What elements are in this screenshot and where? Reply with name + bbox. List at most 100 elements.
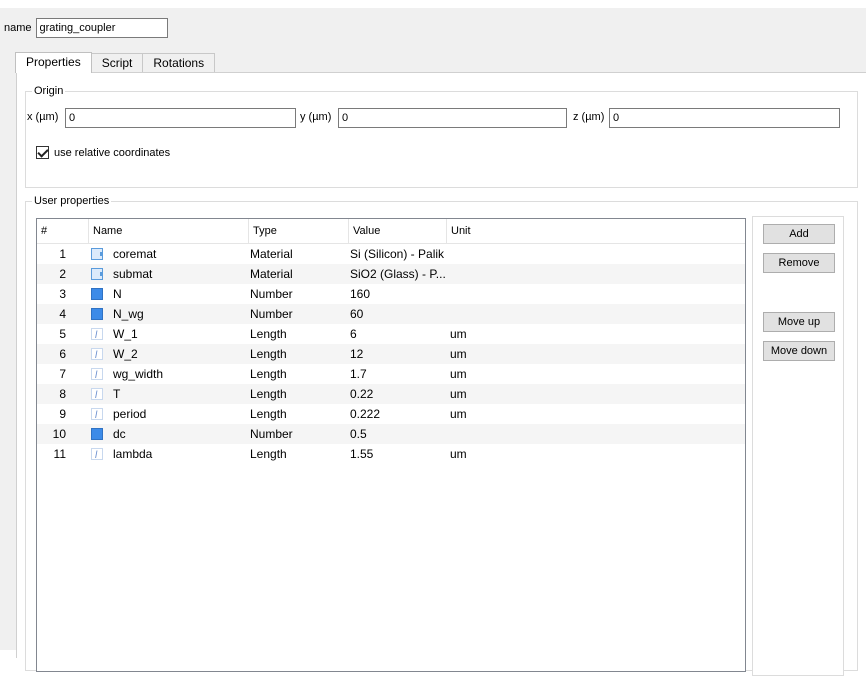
x-input[interactable]: [65, 108, 296, 128]
row-name: T: [113, 387, 121, 401]
row-unit: um: [450, 347, 467, 361]
origin-group-title: Origin: [32, 84, 66, 98]
row-value: 12: [350, 347, 364, 361]
row-type: Length: [250, 367, 287, 381]
row-number: 9: [59, 407, 66, 421]
row-value: 0.5: [350, 427, 367, 441]
row-unit: um: [450, 367, 467, 381]
user-properties-group-title: User properties: [32, 194, 112, 208]
row-value: Si (Silicon) - Palik: [350, 247, 445, 261]
name-input[interactable]: [35, 18, 168, 38]
name-label: name: [4, 22, 32, 34]
properties-panel: Origin x (µm) y (µm) z (µm) use relative…: [16, 72, 866, 676]
row-value: 0.222: [350, 407, 381, 421]
row-value: 60: [350, 307, 364, 321]
row-name: coremat: [113, 247, 157, 261]
row-number: 5: [59, 327, 66, 341]
column-header-unit[interactable]: Unit: [447, 219, 745, 244]
row-value: 0.22: [350, 387, 374, 401]
row-number: 3: [59, 287, 66, 301]
column-header-value[interactable]: Value: [349, 219, 447, 244]
length-icon: [91, 404, 105, 424]
row-unit: um: [450, 327, 467, 341]
row-name: wg_width: [113, 367, 164, 381]
tab-bar: Properties Script Rotations: [15, 52, 216, 73]
table-row[interactable]: 7 wg_width Length 1.7 um: [37, 364, 745, 384]
relative-coordinates-checkbox[interactable]: [36, 146, 49, 159]
row-value: 1.55: [350, 447, 374, 461]
origin-group: Origin x (µm) y (µm) z (µm) use relative…: [25, 84, 858, 188]
table-row[interactable]: 9 period Length 0.222 um: [37, 404, 745, 424]
row-type: Length: [250, 387, 287, 401]
row-type: Material: [250, 267, 293, 281]
z-input[interactable]: [609, 108, 840, 128]
material-icon: [91, 244, 105, 264]
row-name: lambda: [113, 447, 153, 461]
x-label: x (µm): [27, 111, 59, 123]
row-value: 1.7: [350, 367, 367, 381]
number-icon: [91, 284, 105, 304]
row-unit: um: [450, 447, 467, 461]
tab-properties[interactable]: Properties: [15, 52, 92, 73]
row-name: dc: [113, 427, 126, 441]
row-unit: [450, 244, 510, 264]
remove-button[interactable]: Remove: [763, 253, 835, 273]
row-name: W_2: [113, 347, 138, 361]
tab-rotations[interactable]: Rotations: [142, 53, 216, 73]
row-name: submat: [113, 267, 153, 281]
length-icon: [91, 384, 105, 404]
row-unit: [450, 264, 510, 284]
move-down-button[interactable]: Move down: [763, 341, 835, 361]
table-body: 1 coremat Material Si (Silicon) - Palik 2 sub…: [37, 244, 745, 464]
table-row[interactable]: 1 coremat Material Si (Silicon) - Palik: [37, 244, 745, 264]
column-header-num[interactable]: #: [37, 219, 89, 244]
table-row[interactable]: 10 dc Number 0.5: [37, 424, 745, 444]
row-number: 6: [59, 347, 66, 361]
table-row[interactable]: 2 submat Material SiO2 (Glass) - P...: [37, 264, 745, 284]
row-type: Length: [250, 347, 287, 361]
relative-coordinates-row[interactable]: use relative coordinates: [36, 146, 170, 159]
row-type: Length: [250, 327, 287, 341]
row-name: N: [113, 287, 122, 301]
row-number: 8: [59, 387, 66, 401]
table-row[interactable]: 5 W_1 Length 6 um: [37, 324, 745, 344]
column-header-type[interactable]: Type: [249, 219, 349, 244]
user-properties-group: User properties ⌃ # Name Type Value Unit…: [25, 194, 858, 676]
y-input[interactable]: [338, 108, 567, 128]
move-up-button[interactable]: Move up: [763, 312, 835, 332]
row-value: 6: [350, 327, 357, 341]
material-icon: [91, 264, 105, 284]
row-type: Material: [250, 247, 293, 261]
tab-script[interactable]: Script: [90, 53, 144, 73]
row-number: 10: [52, 427, 66, 441]
object-properties-dialog: name Properties Script Rotations Origin …: [0, 8, 866, 676]
column-header-name[interactable]: Name: [89, 219, 249, 244]
number-icon: [91, 424, 105, 444]
row-value: 160: [350, 287, 371, 301]
user-properties-table[interactable]: ⌃ # Name Type Value Unit 1 coremat Materia…: [36, 218, 746, 672]
row-type: Length: [250, 447, 287, 461]
row-unit: um: [450, 387, 467, 401]
relative-coordinates-label: use relative coordinates: [54, 146, 171, 159]
z-label: z (µm): [573, 111, 605, 123]
row-unit: [450, 284, 510, 304]
table-header: ⌃ # Name Type Value Unit: [37, 219, 745, 244]
row-name: W_1: [113, 327, 138, 341]
add-button[interactable]: Add: [763, 224, 835, 244]
length-icon: [91, 344, 105, 364]
y-label: y (µm): [300, 111, 332, 123]
table-row[interactable]: 6 W_2 Length 12 um: [37, 344, 745, 364]
table-row[interactable]: 8 T Length 0.22 um: [37, 384, 745, 404]
row-name: N_wg: [113, 307, 144, 321]
row-number: 4: [59, 307, 66, 321]
row-unit: [450, 304, 510, 324]
table-actions: Add Remove Move up Move down: [752, 216, 844, 676]
table-row[interactable]: 4 N_wg Number 60: [37, 304, 745, 324]
row-number: 2: [59, 267, 66, 281]
row-type: Number: [250, 287, 293, 301]
row-name: period: [113, 407, 147, 421]
row-unit: [450, 424, 510, 444]
row-number: 7: [59, 367, 66, 381]
table-row[interactable]: 3 N Number 160: [37, 284, 745, 304]
table-row[interactable]: 11 lambda Length 1.55 um: [37, 444, 745, 464]
